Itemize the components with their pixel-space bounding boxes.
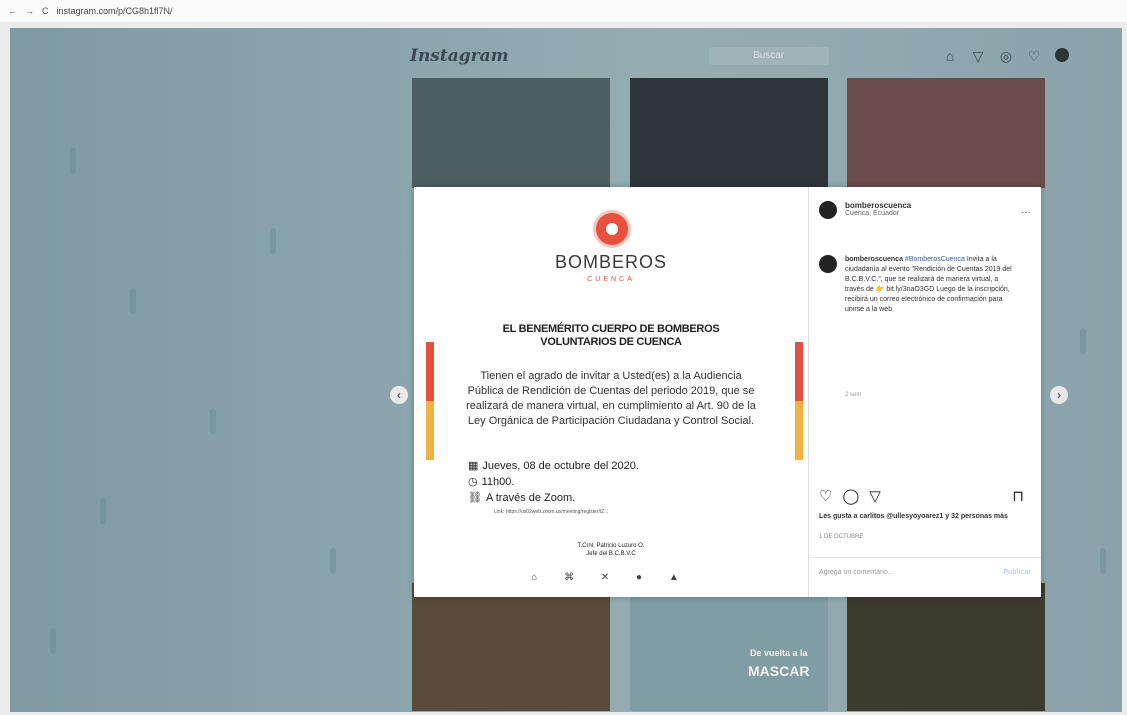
- avatar[interactable]: [1054, 47, 1070, 65]
- caption: bomberoscuenca #BomberosCuenca Invita a …: [845, 255, 1015, 315]
- caption-hashtag[interactable]: #BomberosCuenca: [905, 256, 965, 263]
- publish-button[interactable]: Publicar: [1003, 569, 1031, 576]
- grid-post[interactable]: [847, 583, 1045, 711]
- grid-post[interactable]: [412, 78, 610, 188]
- home-icon[interactable]: ⌂: [942, 48, 958, 65]
- ig-header: Instagram Buscar ⌂ ▽ ◎ ♡: [410, 38, 1070, 74]
- divider: [809, 557, 1041, 558]
- instagram-page: Instagram Buscar ⌂ ▽ ◎ ♡ De vuelta a la …: [0, 22, 1127, 715]
- grid-post[interactable]: [412, 583, 610, 711]
- browser-toolbar: ← → C instagram.com/p/CG8h1fl7N/: [0, 0, 1127, 22]
- link-icon: ⛓: [468, 492, 482, 504]
- grid-post[interactable]: [630, 78, 828, 188]
- headline: EL BENEMÉRITO CUERPO DE BOMBEROS VOLUNTA…: [502, 323, 720, 348]
- like-icon[interactable]: ♡: [819, 487, 832, 505]
- forward-icon[interactable]: →: [25, 6, 34, 16]
- prev-arrow-icon[interactable]: ‹: [390, 386, 408, 404]
- invite-text: Tienen el agrado de invitar a Usted(es) …: [466, 370, 756, 427]
- clock-icon: ◷: [468, 476, 478, 488]
- account-name[interactable]: bomberoscuenca: [845, 201, 911, 210]
- share-icon[interactable]: ▽: [869, 487, 881, 505]
- caption-user[interactable]: bomberoscuenca: [845, 256, 903, 263]
- zoom-link: Link: https://us02web.zoom.us/meeting/re…: [494, 509, 609, 515]
- tile-text: De vuelta a la: [750, 648, 808, 658]
- event-date: Jueves, 08 de octubre del 2020.: [482, 460, 639, 472]
- brand-sub: CUENCA: [587, 276, 635, 283]
- search-input[interactable]: Buscar: [708, 47, 829, 65]
- brand-name: BOMBEROS: [554, 252, 668, 272]
- decor-bar: [426, 342, 434, 460]
- bomberos-logo-icon: [596, 213, 628, 245]
- instagram-logo[interactable]: Instagram: [410, 46, 509, 66]
- location[interactable]: Cuenca, Ecuador: [845, 210, 911, 217]
- explore-icon[interactable]: ◎: [998, 48, 1014, 65]
- decor-bar: [795, 342, 803, 460]
- ig-nav: ⌂ ▽ ◎ ♡: [942, 47, 1070, 65]
- bookmark-icon[interactable]: ⊓: [1012, 487, 1024, 505]
- comment-icon[interactable]: ◯: [842, 487, 859, 505]
- back-icon[interactable]: ←: [8, 6, 17, 16]
- post-header: bomberoscuenca Cuenca, Ecuador: [819, 201, 911, 219]
- more-options-icon[interactable]: …: [1021, 205, 1031, 216]
- post-modal: BOMBEROS CUENCA EL BENEMÉRITO CUERPO DE …: [414, 187, 1041, 597]
- likes-text[interactable]: Les gusta a carlitos @ullesyoyoarez1 y 3…: [819, 512, 1024, 521]
- action-bar: ♡ ◯ ▽ ⊓: [819, 487, 1024, 505]
- signer-title: Jefe del B.C.B.V.C: [586, 551, 636, 557]
- heart-icon[interactable]: ♡: [1026, 48, 1042, 65]
- avatar[interactable]: [819, 255, 837, 273]
- signer-name: T.Crnl. Patricio Luzuro O.: [577, 543, 645, 549]
- event-time: 11h00.: [481, 476, 515, 488]
- post-sidebar: bomberoscuenca Cuenca, Ecuador … bombero…: [809, 187, 1041, 597]
- comment-input[interactable]: Agrega un comentario...: [819, 569, 894, 576]
- grid-post[interactable]: [847, 78, 1045, 188]
- signature: T.Crnl. Patricio Luzuro O. Jefe del B.C.…: [414, 542, 808, 558]
- event-via: A través de Zoom.: [485, 492, 576, 504]
- address-bar[interactable]: instagram.com/p/CG8h1fl7N/: [57, 6, 173, 16]
- avatar[interactable]: [819, 201, 837, 219]
- sponsor-logos: ⌂ ⌘ ✕ ● ▲: [531, 572, 691, 583]
- grid-post[interactable]: De vuelta a la MASCAR: [630, 583, 828, 711]
- caption-row: bomberoscuenca #BomberosCuenca Invita a …: [819, 255, 1015, 315]
- caption-text: Invita a la ciudadanía al evento "Rendic…: [845, 256, 1012, 313]
- post-image: BOMBEROS CUENCA EL BENEMÉRITO CUERPO DE …: [414, 187, 809, 597]
- event-details: ▦ Jueves, 08 de octubre del 2020. ◷ 11h00.…: [468, 458, 639, 506]
- caption-time: 2 sem: [845, 392, 862, 398]
- tile-text: MASCAR: [748, 663, 810, 679]
- calendar-icon: ▦: [468, 460, 479, 472]
- next-arrow-icon[interactable]: ›: [1050, 386, 1068, 404]
- post-date: 1 DE OCTUBRE: [819, 534, 864, 540]
- reload-icon[interactable]: C: [42, 6, 49, 16]
- direct-icon[interactable]: ▽: [970, 48, 986, 65]
